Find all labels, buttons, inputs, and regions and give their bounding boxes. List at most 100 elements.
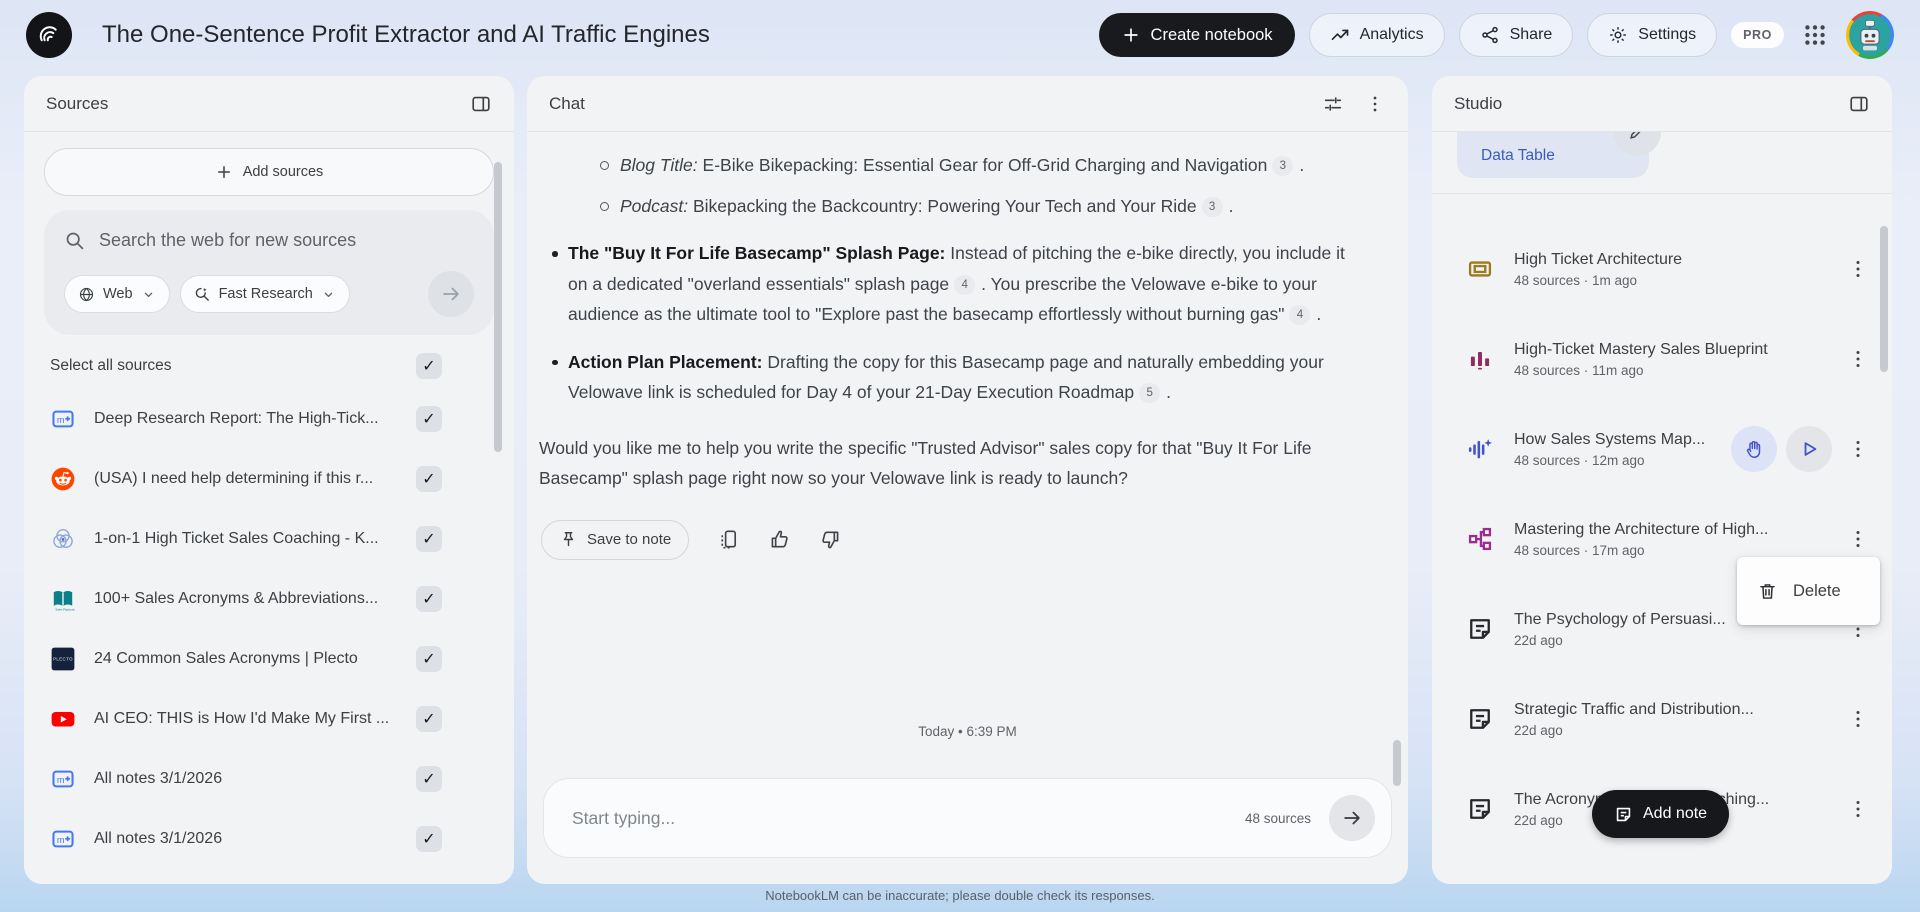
venn-icon [50,526,76,552]
sources-panel: Sources Add sources Web Fast Research [24,76,514,884]
arrow-right-icon [440,283,462,305]
studio-item-title: High-Ticket Mastery Sales Blueprint [1514,340,1768,358]
source-checkbox[interactable]: ✓ [416,706,442,732]
interactive-mode-button[interactable] [1731,426,1777,472]
sources-list: m Deep Research Report: The High-Tick... ✓… [24,389,514,869]
source-checkbox[interactable]: ✓ [416,586,442,612]
source-checkbox[interactable]: ✓ [416,526,442,552]
search-submit-button[interactable] [428,271,474,317]
studio-item-title: How Sales Systems Map... [1514,430,1706,448]
source-title: Deep Research Report: The High-Tick... [94,410,379,427]
save-to-note-button[interactable]: Save to note [541,519,690,560]
source-count: 48 sources [1244,810,1311,826]
expand-panel-icon[interactable] [1848,93,1870,115]
source-row[interactable]: m All notes 3/1/2026 ✓ [24,809,514,869]
data-table-label: Data Table [1481,147,1555,164]
user-avatar[interactable] [1846,11,1894,59]
more-options-icon[interactable] [1846,707,1870,731]
item-text: Bikepacking the Backcountry: Powering Yo… [692,195,1197,216]
citation-chip[interactable]: 3 [1201,196,1223,217]
sources-scrollbar[interactable] [494,162,502,452]
copy-icon[interactable] [717,528,740,551]
item-label: The "Buy It For Life Basecamp" Splash Pa… [568,243,946,263]
notebook-icon: m [50,406,76,432]
share-button[interactable]: Share [1458,13,1574,57]
apps-grid-icon[interactable] [1802,22,1828,48]
svg-text:m: m [57,775,65,785]
chat-scrollbar[interactable] [1393,740,1401,786]
studio-item[interactable]: The Content Creation Engine: Wee... [1432,854,1892,884]
select-all-checkbox[interactable]: ✓ [416,353,442,379]
analytics-label: Analytics [1359,26,1424,43]
citation-chip[interactable]: 4 [1289,305,1311,326]
disclaimer-text: NotebookLM can be inaccurate; please dou… [765,888,1155,903]
chat-input[interactable] [572,807,1245,829]
citation-chip[interactable]: 3 [1272,156,1294,177]
source-title: 24 Common Sales Acronyms | Plecto [94,650,358,667]
notebooklm-logo-icon[interactable] [26,12,72,58]
add-note-button[interactable]: Add note [1592,790,1730,838]
source-row[interactable]: (USA) I need help determining if this r.… [24,449,514,509]
delete-label: Delete [1793,581,1841,600]
source-checkbox[interactable]: ✓ [416,466,442,492]
more-options-icon[interactable] [1846,257,1870,281]
pin-icon [559,530,578,549]
top-bar: The One-Sentence Profit Extractor and AI… [0,0,1920,70]
studio-item[interactable]: Strategic Traffic and Distribution... 22d… [1432,674,1892,764]
source-row[interactable]: 1-on-1 High Ticket Sales Coaching - K...… [24,509,514,569]
svg-text:m: m [57,415,65,425]
source-row[interactable]: m All notes 3/1/2026 ✓ [24,749,514,809]
studio-item[interactable]: High Ticket Architecture 48 sources · 1m … [1432,224,1892,314]
source-checkbox[interactable]: ✓ [416,826,442,852]
add-sources-button[interactable]: Add sources [44,148,494,196]
more-options-icon[interactable] [1846,437,1870,461]
source-row[interactable]: m Deep Research Report: The High-Tick... ✓ [24,389,514,449]
studio-item[interactable]: How Sales Systems Map... 48 sources · 12m… [1432,404,1892,494]
svg-text:Sales Playbook: Sales Playbook [55,608,75,612]
source-checkbox[interactable]: ✓ [416,406,442,432]
source-checkbox[interactable]: ✓ [416,646,442,672]
source-checkbox[interactable]: ✓ [416,766,442,792]
citation-chip[interactable]: 5 [1139,383,1161,404]
note-icon [1614,805,1633,824]
list-item: The "Buy It For Life Basecamp" Splash Pa… [539,238,1345,330]
web-search-card: Web Fast Research [44,210,494,335]
flowchart-icon [1466,525,1494,553]
studio-item-title: Strategic Traffic and Distribution... [1514,700,1754,718]
note-icon [1466,615,1494,643]
thumbs-up-icon[interactable] [768,528,791,551]
collapse-panel-icon[interactable] [470,93,492,115]
studio-item-title: High Ticket Architecture [1514,250,1683,268]
book-icon: Sales Playbook [50,586,76,612]
source-row[interactable]: PLECTO 24 Common Sales Acronyms | Plecto ✓ [24,629,514,689]
more-options-icon[interactable] [1846,797,1870,821]
send-button[interactable] [1329,795,1375,841]
create-notebook-button[interactable]: Create notebook [1098,13,1295,57]
barchart-icon [1466,345,1494,373]
pro-badge: PRO [1731,22,1784,48]
select-all-row: Select all sources ✓ [24,343,514,389]
research-mode-dropdown[interactable]: Fast Research [179,275,350,313]
source-row[interactable]: Sales Playbook 100+ Sales Acronyms & Abbr… [24,569,514,629]
studio-panel: Studio Data Table High Ticket Architectu… [1432,76,1892,884]
source-search-input[interactable] [99,230,474,251]
settings-button[interactable]: Settings [1587,13,1718,57]
add-note-label: Add note [1643,805,1708,822]
notebooklm-app: The One-Sentence Profit Extractor and AI… [0,0,1920,912]
more-options-icon[interactable] [1364,93,1386,115]
studio-item[interactable]: High-Ticket Mastery Sales Blueprint 48 so… [1432,314,1892,404]
thumbs-down-icon[interactable] [819,528,842,551]
analytics-button[interactable]: Analytics [1308,13,1445,57]
studio-scrollbar[interactable] [1880,226,1888,372]
more-options-icon[interactable] [1846,527,1870,551]
citation-chip[interactable]: 4 [954,274,976,295]
studio-item-title: Mastering the Architecture of High... [1514,520,1769,538]
more-options-icon[interactable] [1846,347,1870,371]
globe-icon [78,286,95,303]
web-filter-dropdown[interactable]: Web [64,275,170,313]
delete-menu-item[interactable]: Delete [1737,557,1880,625]
play-audio-button[interactable] [1786,426,1832,472]
chat-settings-icon[interactable] [1322,93,1344,115]
source-row[interactable]: AI CEO: THIS is How I'd Make My First ..… [24,689,514,749]
add-sources-label: Add sources [242,164,324,180]
